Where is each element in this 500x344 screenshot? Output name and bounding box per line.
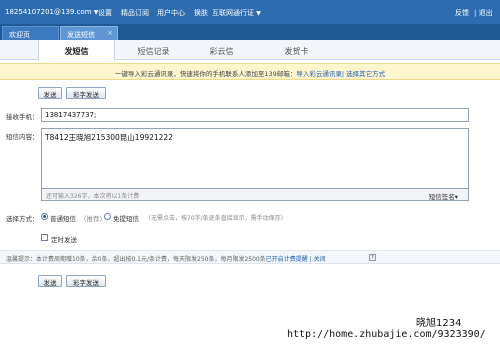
subtab-send-sms[interactable]: 发短信 (38, 40, 115, 61)
notice-text: 一键导入彩云通讯录，快速将你的手机联系人添加至139邮箱： (114, 70, 297, 78)
normal-sms-radio[interactable] (41, 213, 48, 220)
other-methods-link[interactable]: | 选择其它方式 (342, 70, 385, 78)
normal-sms-label[interactable]: 普通短信 (50, 213, 76, 223)
import-contacts-link[interactable]: 导入彩云通讯录 (296, 70, 342, 78)
tab-send-sms[interactable]: 发送短信 × (60, 26, 118, 40)
normal-sms-note: （推荐） (80, 215, 106, 223)
send-button-top[interactable]: 发送 (38, 87, 62, 99)
feedback-link[interactable]: 反馈 (455, 8, 469, 18)
sms-content-textarea[interactable]: T8412王晓旭215300昆山19921222 (41, 128, 469, 189)
chevron-down-icon: ▾ (454, 193, 458, 201)
color-send-button-top[interactable]: 彩字发送 (66, 87, 106, 99)
close-icon[interactable]: × (107, 29, 113, 37)
import-contacts-notice: 一键导入彩云通讯录，快速将你的手机联系人添加至139邮箱：导入彩云通讯录| 选择… (0, 63, 500, 80)
help-icon[interactable]: ? (369, 254, 376, 261)
skin-link[interactable]: 换肤 (194, 8, 208, 18)
receiver-label: 接收手机： (6, 113, 39, 121)
exit-link[interactable]: | 退出 (474, 8, 493, 18)
free-sms-label[interactable]: 免提短信 (113, 213, 139, 223)
free-sms-radio[interactable] (104, 213, 111, 220)
interconnect-menu[interactable]: 互联网通行证 ▼ (212, 8, 261, 18)
subtab-greeting-card[interactable]: 发贺卡 (258, 40, 335, 60)
content-status-bar: 还可输入326字，本次将以1条计费 短信签名▾ (41, 189, 469, 201)
user-center-link[interactable]: 用户中心 (157, 8, 185, 18)
content-label: 短信内容： (6, 133, 39, 141)
tab-label: 发送短信 (67, 31, 95, 39)
tab-welcome[interactable]: 欢迎页 (2, 26, 59, 40)
close-reminder-link[interactable]: | 关闭 (310, 256, 326, 263)
receiver-input[interactable]: 13817437737; (41, 108, 469, 122)
tips-text: 温馨提示：本计费周期赠10条，余0条，超出按0.1元/条计费，每天限发250条，… (6, 256, 326, 263)
top-bar: 18254107201@139.com ▼ 设置 精品订阅 用户中心 换肤 互联… (0, 0, 500, 24)
watermark-url: http://home.zhubajie.com/9323390/ (287, 329, 486, 340)
billing-reminder-link[interactable]: 已开启计费提醒 (266, 256, 308, 263)
tab-label: 欢迎页 (9, 31, 30, 39)
sub-tabs: 发短信 短信记录 彩云信 发贺卡 (0, 40, 500, 61)
tab-bar: 欢迎页 发送短信 × (0, 24, 500, 40)
watermark-name: 晓旭1234 (416, 318, 462, 329)
subscription-link[interactable]: 精品订阅 (121, 8, 149, 18)
send-button-bottom[interactable]: 发送 (38, 275, 62, 287)
signature-dropdown[interactable]: 短信签名▾ (429, 191, 458, 201)
chevron-down-icon: ▼ (256, 10, 261, 17)
subtab-mms[interactable]: 彩云信 (183, 40, 260, 60)
settings-link[interactable]: 设置 (98, 8, 112, 18)
tips-bar: 温馨提示：本计费周期赠10条，余0条，超出按0.1元/条计费，每天限发250条，… (0, 250, 500, 264)
method-label: 选择方式： (6, 215, 39, 223)
scheduled-send-label[interactable]: 定时发送 (51, 234, 77, 244)
account-menu[interactable]: 18254107201@139.com ▼ (5, 8, 98, 16)
subtab-sms-records[interactable]: 短信记录 (115, 40, 192, 60)
scheduled-send-checkbox[interactable] (41, 234, 48, 241)
color-send-button-bottom[interactable]: 彩字发送 (66, 275, 106, 287)
free-sms-note: （无需点击，按70字/条逐条直接显示，需手动保存） (145, 215, 287, 222)
char-counter: 还可输入326字，本次将以1条计费 (46, 193, 140, 200)
